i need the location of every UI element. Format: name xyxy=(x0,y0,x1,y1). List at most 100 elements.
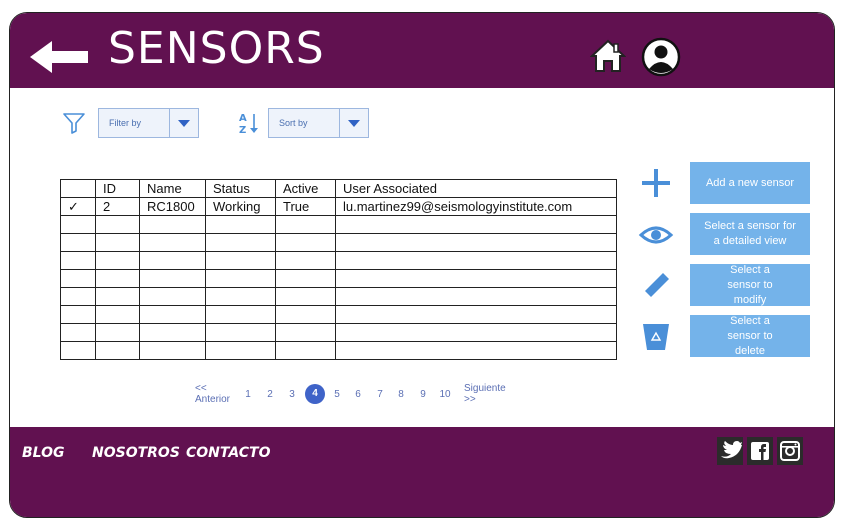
cell-user-associated xyxy=(335,233,617,252)
sensors-table: ID Name Status Active User Associated ✓ … xyxy=(60,179,617,360)
cell-id: 2 xyxy=(95,197,140,216)
cell-user-associated xyxy=(335,215,617,234)
cell-id xyxy=(95,215,140,234)
cell-id xyxy=(95,341,140,360)
table-row[interactable]: ✓ 2 RC1800 Working True lu.martinez99@se… xyxy=(60,197,617,216)
page-link[interactable]: 7 xyxy=(370,389,390,400)
table-row[interactable] xyxy=(60,269,617,288)
cell-user-associated: lu.martinez99@seismologyinstitute.com xyxy=(335,197,617,216)
cell-select[interactable] xyxy=(60,341,96,360)
plus-icon[interactable] xyxy=(638,165,674,201)
cell-user-associated xyxy=(335,287,617,306)
table-row[interactable] xyxy=(60,323,617,342)
column-header-id[interactable]: ID xyxy=(95,179,140,198)
add-sensor-button[interactable]: Add a new sensor xyxy=(690,162,810,204)
column-header-active[interactable]: Active xyxy=(275,179,336,198)
cell-select[interactable] xyxy=(60,323,96,342)
table-header-row: ID Name Status Active User Associated xyxy=(60,179,617,198)
cell-user-associated xyxy=(335,251,617,270)
table-row[interactable] xyxy=(60,341,617,360)
cell-select[interactable] xyxy=(60,305,96,324)
footer-link-blog[interactable]: BLOG xyxy=(22,445,65,461)
column-header-status[interactable]: Status xyxy=(205,179,276,198)
filter-dropdown[interactable]: Filter by xyxy=(98,108,199,138)
trash-icon[interactable] xyxy=(638,318,674,354)
table-row[interactable] xyxy=(60,233,617,252)
cell-active: True xyxy=(275,197,336,216)
page-link[interactable]: 5 xyxy=(327,389,347,400)
header-bar: SENSORS xyxy=(10,13,834,88)
cell-status xyxy=(205,287,276,306)
cell-select[interactable] xyxy=(60,287,96,306)
cell-select[interactable] xyxy=(60,215,96,234)
sort-dropdown[interactable]: Sort by xyxy=(268,108,369,138)
cell-status xyxy=(205,269,276,288)
row-checkmark[interactable]: ✓ xyxy=(60,197,96,216)
back-arrow-icon[interactable] xyxy=(30,39,90,75)
pagination-next[interactable]: Siguiente >> xyxy=(464,383,506,405)
page-link[interactable]: 9 xyxy=(413,389,433,400)
facebook-icon[interactable] xyxy=(747,437,773,465)
cell-name xyxy=(139,233,206,252)
table-row[interactable] xyxy=(60,251,617,270)
pagination-previous[interactable]: << Anterior xyxy=(195,383,230,405)
app-frame: SENSORS Filter by A Z Sort by ID Name St… xyxy=(9,12,835,518)
instagram-icon[interactable] xyxy=(777,437,803,465)
pagination-previous-label: Anterior xyxy=(195,394,231,405)
cell-id xyxy=(95,323,140,342)
page-title: SENSORS xyxy=(108,23,325,74)
filter-dropdown-label: Filter by xyxy=(109,118,142,128)
delete-sensor-button[interactable]: Select a sensor to delete xyxy=(690,315,810,357)
cell-status xyxy=(205,341,276,360)
column-header-user-associated[interactable]: User Associated xyxy=(335,179,617,198)
footer-link-contacto[interactable]: CONTACTO xyxy=(186,445,271,461)
cell-status xyxy=(205,233,276,252)
cell-status xyxy=(205,305,276,324)
table-row[interactable] xyxy=(60,215,617,234)
table-row[interactable] xyxy=(60,305,617,324)
twitter-icon[interactable] xyxy=(717,437,743,465)
cell-active xyxy=(275,215,336,234)
column-header-name[interactable]: Name xyxy=(139,179,206,198)
table-row[interactable] xyxy=(60,287,617,306)
view-sensor-button[interactable]: Select a sensor for a detailed view xyxy=(690,213,810,255)
cell-id xyxy=(95,251,140,270)
cell-select[interactable] xyxy=(60,251,96,270)
sort-az-icon[interactable]: A Z xyxy=(238,111,260,135)
page-link[interactable]: 1 xyxy=(238,389,258,400)
cell-name xyxy=(139,323,206,342)
filter-icon[interactable] xyxy=(62,111,86,135)
cell-id xyxy=(95,305,140,324)
cell-active xyxy=(275,269,336,288)
cell-status xyxy=(205,323,276,342)
home-icon[interactable] xyxy=(590,39,626,73)
cell-active xyxy=(275,251,336,270)
chevron-down-icon xyxy=(169,109,190,137)
cell-active xyxy=(275,323,336,342)
svg-text:Z: Z xyxy=(239,125,246,135)
cell-status xyxy=(205,251,276,270)
footer-link-nosotros[interactable]: NOSOTROS xyxy=(92,445,180,461)
page-link[interactable]: 6 xyxy=(348,389,368,400)
page-link[interactable]: 8 xyxy=(391,389,411,400)
pagination-next-label: Siguiente xyxy=(464,383,506,394)
pagination-next-arrows: >> xyxy=(464,394,476,405)
eye-icon[interactable] xyxy=(638,217,674,253)
cell-select[interactable] xyxy=(60,233,96,252)
cell-name xyxy=(139,269,206,288)
cell-active xyxy=(275,305,336,324)
page-link[interactable]: 2 xyxy=(260,389,280,400)
page-link[interactable]: 10 xyxy=(435,389,455,400)
page-link[interactable]: 3 xyxy=(282,389,302,400)
page-link-current[interactable]: 4 xyxy=(305,384,325,404)
cell-active xyxy=(275,233,336,252)
cell-select[interactable] xyxy=(60,269,96,288)
cell-id xyxy=(95,233,140,252)
user-avatar-icon[interactable] xyxy=(641,37,681,77)
cell-user-associated xyxy=(335,323,617,342)
modify-sensor-button[interactable]: Select a sensor to modify xyxy=(690,264,810,306)
cell-name: RC1800 xyxy=(139,197,206,216)
cell-name xyxy=(139,215,206,234)
pencil-icon[interactable] xyxy=(638,268,674,304)
cell-name xyxy=(139,251,206,270)
